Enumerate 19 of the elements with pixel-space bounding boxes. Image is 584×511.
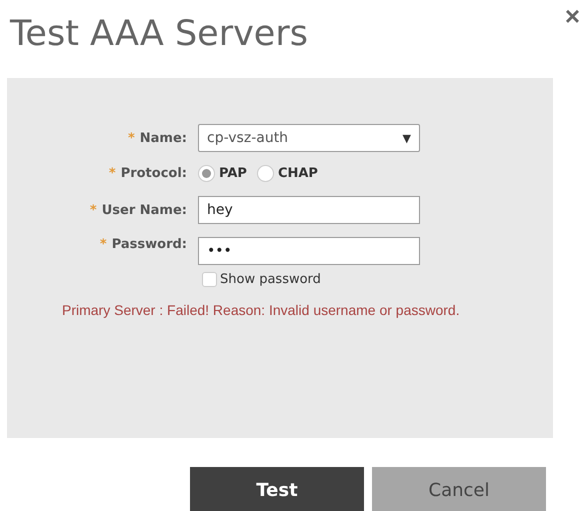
field-label: Protocol: bbox=[120, 166, 187, 181]
radio-option[interactable]: CHAP bbox=[256, 165, 318, 182]
required-marker: * bbox=[128, 130, 135, 146]
input-field[interactable]: hey bbox=[198, 196, 420, 224]
dialog-title: Test AAA Servers bbox=[10, 13, 308, 56]
input-field[interactable]: ••• bbox=[198, 237, 420, 265]
required-marker: * bbox=[108, 166, 116, 181]
error-message: Primary Server : Failed! Reason: Invalid username or password. bbox=[62, 301, 461, 320]
show-password-checkbox[interactable]: Show password bbox=[202, 272, 420, 287]
cancel-button[interactable]: Cancel bbox=[372, 467, 546, 511]
required-marker: * bbox=[100, 237, 107, 252]
field-label: Name: bbox=[140, 130, 187, 146]
close-button[interactable]: × bbox=[564, 2, 580, 30]
test-button[interactable]: Test bbox=[190, 467, 364, 511]
field-label: Password: bbox=[112, 237, 187, 252]
required-marker: * bbox=[90, 202, 97, 218]
field-label: User Name: bbox=[102, 202, 187, 218]
radio-option[interactable]: PAP bbox=[198, 165, 247, 182]
name-dropdown[interactable]: cp-vsz-auth ▼ bbox=[198, 124, 420, 152]
